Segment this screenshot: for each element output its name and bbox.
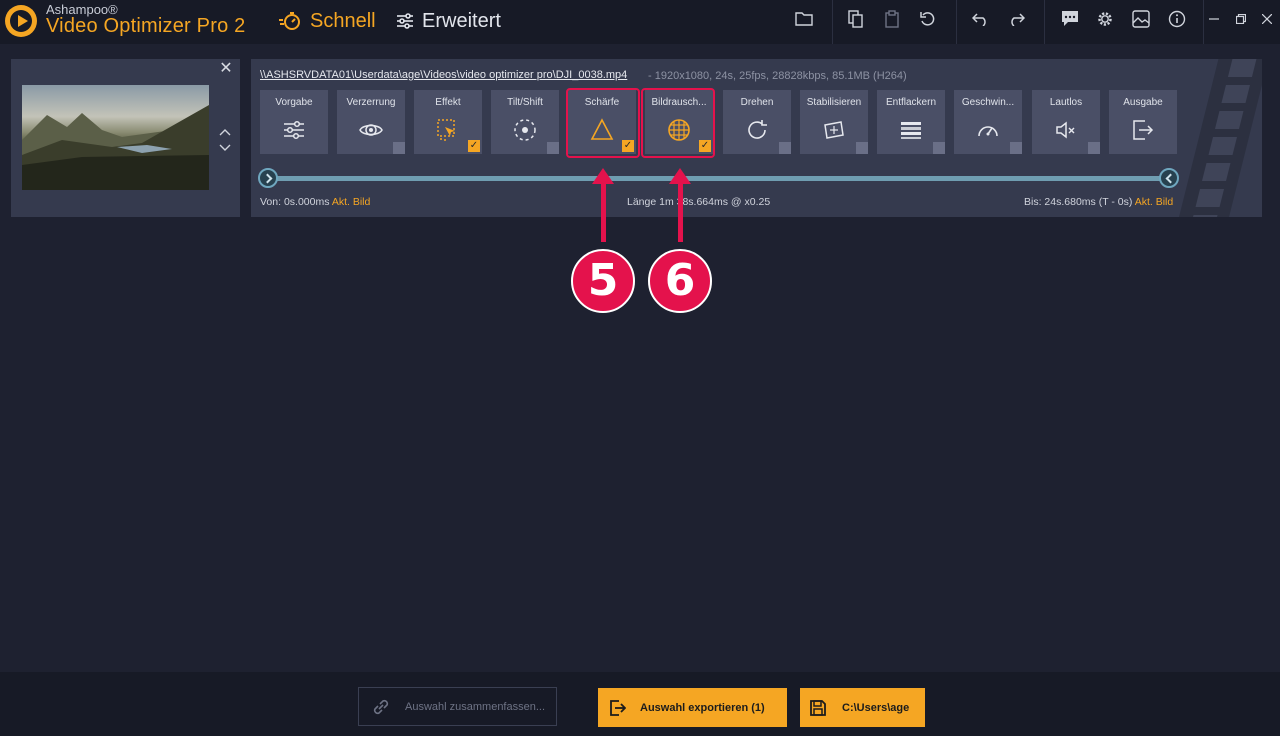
export-selection-button[interactable]: Auswahl exportieren (1) [598,688,787,727]
info-icon[interactable] [1166,8,1188,30]
app-logo-icon [5,5,37,37]
export-icon [1133,120,1154,140]
range-start-label: Von: 0s.000ms [260,196,330,208]
tool-check-empty[interactable] [856,142,868,154]
highlight-schaerfe [566,88,640,158]
folder-icon[interactable] [793,8,815,30]
mode-erweitert-tab[interactable]: Erweitert [396,8,501,34]
tool-label: Tilt/Shift [507,97,543,108]
remove-video-icon[interactable]: ✕ [218,61,234,77]
effect-icon [437,119,455,141]
focus-icon [514,119,536,141]
export-selection-label: Auswahl exportieren (1) [640,701,765,714]
merge-selection-button[interactable]: Auswahl zusammenfassen... [358,687,557,726]
tool-stabilisieren[interactable]: Stabilisieren [800,90,868,154]
output-folder-label: C:\Users\age [842,701,910,714]
copy-icon[interactable] [845,8,867,30]
annotation-badge-6: 6 [648,249,712,313]
save-icon [810,699,826,716]
tool-label: Ausgabe [1123,97,1163,108]
image-icon[interactable] [1130,8,1152,30]
undo-icon[interactable] [970,8,992,30]
timeline-end-handle[interactable] [1159,168,1179,188]
app-title: Video Optimizer Pro 2 [46,15,246,37]
tool-entflackern[interactable]: Entflackern [877,90,945,154]
timeline-start-handle[interactable] [258,168,278,188]
deflicker-icon [901,122,921,139]
range-end-current-frame-link[interactable]: Akt. Bild [1135,196,1174,208]
tool-checkbox-checked[interactable]: ✓ [468,140,480,152]
tool-label: Verzerrung [346,97,396,108]
title-bar: Ashampoo® Video Optimizer Pro 2 Schnell … [0,0,1280,44]
range-start-current-frame-link[interactable]: Akt. Bild [332,196,371,208]
tool-check-empty[interactable] [779,142,791,154]
video-edit-card: \\ASHSRVDATA01\Userdata\age\Videos\video… [251,59,1262,217]
range-start: Von: 0s.000ms Akt. Bild [260,196,370,208]
tool-vorgabe[interactable]: Vorgabe [260,90,328,154]
tool-label: Geschwin... [961,97,1015,108]
eye-icon [359,124,383,136]
tool-check-empty[interactable] [933,142,945,154]
range-end-label: Bis: 24s.680ms (T - 0s) [1024,196,1133,208]
timer-icon [279,12,300,30]
tool-label: Vorgabe [275,97,313,108]
stabilize-icon [824,121,844,139]
link-icon [373,699,389,714]
highlight-bildrauschen [641,88,715,158]
tool-geschwindigkeit[interactable]: Geschwin... [954,90,1022,154]
sliders-icon [397,13,413,29]
reset-icon[interactable] [917,8,939,30]
timeline-track[interactable] [267,176,1169,181]
range-length: Länge 1m 38s.664ms @ x0.25 [627,196,771,208]
mode-schnell-label: Schnell [310,9,376,32]
paste-icon[interactable] [881,8,903,30]
gear-icon[interactable] [1094,8,1116,30]
minimize-icon[interactable] [1203,8,1225,30]
video-file-path[interactable]: \\ASHSRVDATA01\Userdata\age\Videos\video… [260,69,627,81]
tool-label: Lautlos [1049,97,1083,108]
restore-icon[interactable] [1230,8,1252,30]
tool-label: Effekt [435,97,461,108]
tool-lautlos[interactable]: Lautlos [1032,90,1100,154]
tool-check-empty[interactable] [1010,142,1022,154]
range-end: Bis: 24s.680ms (T - 0s) Akt. Bild [1024,196,1173,208]
tool-effekt[interactable]: Effekt ✓ [414,90,482,154]
video-thumbnail[interactable] [22,85,209,190]
tool-tilt-shift[interactable]: Tilt/Shift [491,90,559,154]
rotate-icon [748,120,767,139]
tool-label: Entflackern [885,97,937,108]
tool-check-empty[interactable] [393,142,405,154]
bottom-bar: Auswahl zusammenfassen... Auswahl export… [0,672,1280,736]
redo-icon[interactable] [1005,8,1027,30]
mode-schnell-tab[interactable]: Schnell [278,8,376,34]
sliders-icon [284,120,304,140]
tool-ausgabe[interactable]: Ausgabe [1109,90,1177,154]
speedometer-icon [978,126,998,137]
feedback-icon[interactable] [1059,8,1081,30]
tool-drehen[interactable]: Drehen [723,90,791,154]
mode-erweitert-label: Erweitert [422,9,501,32]
move-down-icon[interactable] [218,142,232,154]
export-icon [610,699,626,716]
merge-selection-label: Auswahl zusammenfassen... [405,700,546,713]
annotation-badge-5: 5 [571,249,635,313]
move-up-icon[interactable] [218,126,232,138]
mute-icon [1056,121,1075,139]
tool-check-empty[interactable] [1088,142,1100,154]
filmstrip-decoration [1168,59,1262,217]
video-thumbnail-card[interactable]: ✕ [11,59,240,217]
close-icon[interactable] [1256,8,1278,30]
tool-label: Drehen [740,97,774,108]
tool-verzerrung[interactable]: Verzerrung [337,90,405,154]
output-folder-button[interactable]: C:\Users\age [800,688,925,727]
tool-label: Stabilisieren [806,97,862,108]
tool-check-empty[interactable] [547,142,559,154]
video-meta: - 1920x1080, 24s, 25fps, 28828kbps, 85.1… [648,70,907,82]
